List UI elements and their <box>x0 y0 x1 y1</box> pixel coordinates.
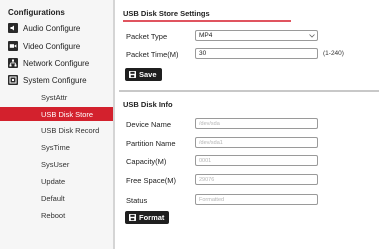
partition-name-label: Partition Name <box>126 139 176 148</box>
packet-time-value: 30 <box>199 50 207 57</box>
chevron-down-icon <box>307 33 317 38</box>
packet-time-input[interactable]: 30 <box>195 48 318 59</box>
sidebar-title: Configurations <box>8 8 65 17</box>
packet-time-range: (1-240) <box>323 50 344 57</box>
system-icon <box>8 75 18 85</box>
sidebar-item-system-configure[interactable]: System Configure <box>8 74 87 86</box>
save-button[interactable]: Save <box>125 68 162 81</box>
sidebar-item-label: System Configure <box>23 75 87 85</box>
partition-name-value: /dev/sda1 <box>199 139 223 146</box>
free-space-field: 29076 <box>195 174 318 185</box>
partition-name-field: /dev/sda1 <box>195 137 318 148</box>
sidebar-item-network-configure[interactable]: Network Configure <box>8 57 89 69</box>
device-name-value: /dev/sda <box>199 120 220 127</box>
packet-type-select[interactable]: MP4 <box>195 30 318 41</box>
capacity-value: 0001 <box>199 157 212 164</box>
speaker-icon <box>8 23 18 33</box>
sidebar-subitem-systattr[interactable]: SystAttr <box>0 90 113 104</box>
status-label: Status <box>126 196 148 205</box>
disk-info-title: USB Disk Info <box>123 100 173 109</box>
save-button-label: Save <box>139 70 157 79</box>
device-name-label: Device Name <box>126 120 172 129</box>
sidebar-subitem-usb-disk-record[interactable]: USB Disk Record <box>0 123 113 137</box>
free-space-label: Free Space(M) <box>126 176 177 185</box>
capacity-label: Capacity(M) <box>126 157 167 166</box>
network-icon <box>8 58 18 68</box>
sidebar-subitem-reboot[interactable]: Reboot <box>0 208 113 222</box>
store-settings-title: USB Disk Store Settings <box>123 9 210 18</box>
video-camera-icon <box>8 41 18 51</box>
sidebar-subitem-sysuser[interactable]: SysUser <box>0 157 113 171</box>
main-panel: USB Disk Store Settings Packet Type MP4 … <box>115 0 379 249</box>
sidebar-subitem-systime[interactable]: SysTime <box>0 140 113 154</box>
status-value: Formatted <box>199 196 225 203</box>
sidebar: Configurations Audio Configure Video Con… <box>0 0 115 249</box>
format-button[interactable]: Format <box>125 211 170 224</box>
sidebar-item-video-configure[interactable]: Video Configure <box>8 40 80 52</box>
floppy-disk-icon <box>129 214 136 221</box>
status-field: Formatted <box>195 194 318 205</box>
sidebar-subitem-default[interactable]: Default <box>0 191 113 205</box>
free-space-value: 29076 <box>199 176 215 183</box>
sidebar-subitem-update[interactable]: Update <box>0 174 113 188</box>
format-button-label: Format <box>139 213 165 222</box>
packet-type-label: Packet Type <box>126 32 168 41</box>
title-underline <box>123 20 291 22</box>
capacity-field: 0001 <box>195 155 318 166</box>
sidebar-item-label: Network Configure <box>23 58 90 68</box>
device-name-field: /dev/sda <box>195 118 318 129</box>
floppy-disk-icon <box>129 71 136 78</box>
packet-time-label: Packet Time(M) <box>126 50 179 59</box>
sidebar-subitem-usb-disk-store[interactable]: USB Disk Store <box>0 107 113 121</box>
sidebar-item-label: Audio Configure <box>23 23 81 33</box>
packet-type-value: MP4 <box>199 32 213 39</box>
section-divider <box>119 90 379 92</box>
sidebar-item-label: Video Configure <box>23 41 81 51</box>
sidebar-item-audio-configure[interactable]: Audio Configure <box>8 22 80 34</box>
